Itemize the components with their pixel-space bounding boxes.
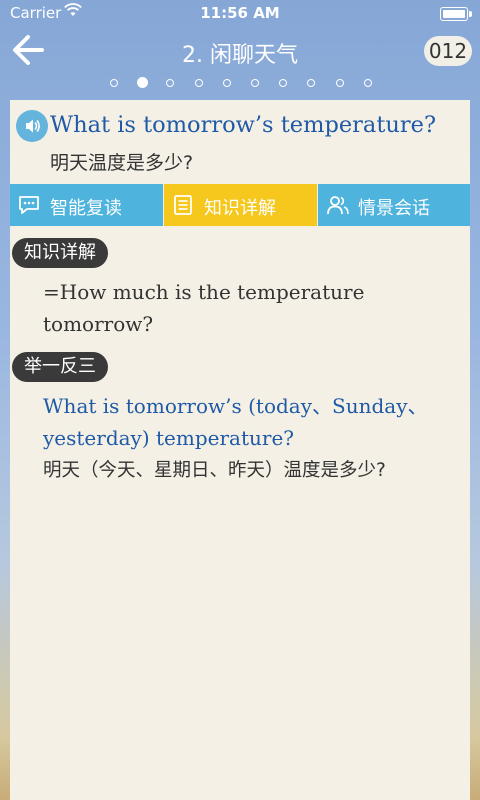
lesson-card: What is tomorrow’s temperature? 明天温度是多少?…	[10, 100, 470, 800]
navigation-bar: 2. 闲聊天气 012	[0, 26, 480, 78]
knowledge-tag: 知识详解	[12, 238, 108, 268]
page-dot[interactable]	[335, 79, 344, 87]
tab-label: 智能复读	[50, 198, 122, 219]
example-english: What is tomorrow’s (today、Sunday、yesterd…	[43, 394, 428, 450]
document-icon	[172, 194, 194, 216]
page-dot[interactable]	[166, 79, 175, 87]
tab-label: 知识详解	[204, 198, 276, 219]
page-dot[interactable]	[307, 79, 316, 87]
page-indicator[interactable]	[0, 76, 480, 90]
status-time: 11:56 AM	[200, 4, 280, 22]
tab-smart-repeat[interactable]: 智能复读	[10, 184, 163, 226]
page-dot[interactable]	[222, 79, 231, 87]
page-dot[interactable]	[110, 79, 118, 87]
tab-knowledge-detail[interactable]: 知识详解	[164, 184, 317, 226]
people-icon	[326, 194, 349, 216]
battery-icon	[440, 7, 472, 21]
page-dot[interactable]	[251, 79, 259, 87]
example-chinese: 明天（今天、星期日、昨天）温度是多少?	[43, 460, 386, 481]
tab-label: 情景会话	[358, 198, 430, 219]
chat-icon	[18, 194, 40, 216]
page-dot[interactable]	[279, 79, 288, 87]
question-english: What is tomorrow’s temperature?	[50, 112, 437, 138]
lesson-counter-badge: 012	[424, 36, 472, 66]
question-chinese: 明天温度是多少?	[50, 152, 194, 174]
speaker-icon[interactable]	[16, 110, 48, 142]
tab-bar: 智能复读 知识详解 情景会话	[10, 184, 470, 226]
status-bar: Carrier 11:56 AM	[0, 0, 480, 26]
knowledge-text: =How much is the temperature tomorrow?	[43, 280, 365, 336]
example-tag: 举一反三	[12, 352, 108, 382]
page-dot[interactable]	[194, 79, 203, 87]
page-title: 2. 闲聊天气	[182, 43, 298, 68]
page-dot[interactable]	[363, 79, 372, 87]
tab-scenario-dialog[interactable]: 情景会话	[318, 184, 470, 226]
page-dot[interactable]	[136, 77, 148, 88]
